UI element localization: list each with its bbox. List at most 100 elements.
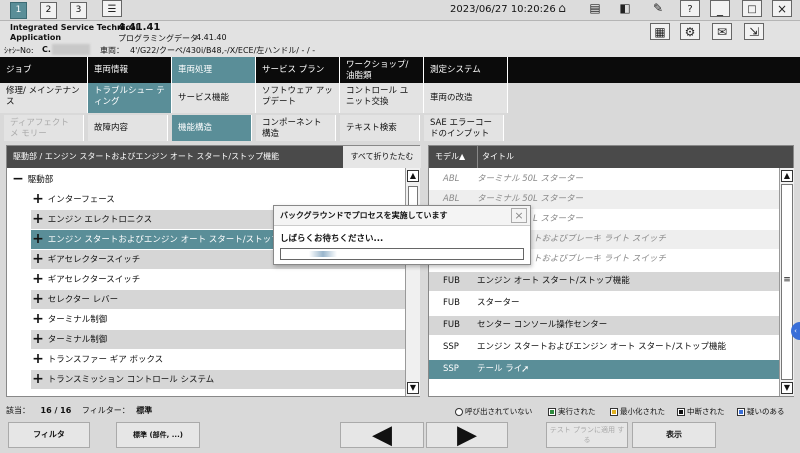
- display-button[interactable]: 表示: [632, 422, 716, 448]
- tree-path: 駆動部 / エンジン スタートおよびエンジン オート スタート/ストップ機能: [13, 152, 280, 161]
- home-icon[interactable]: ⌂: [552, 0, 572, 17]
- menu-service-functions[interactable]: サービス機能: [172, 83, 256, 113]
- menu-troubleshooting[interactable]: トラブルシュー ティング: [88, 83, 172, 113]
- legend-not-called: 呼び出されていない: [455, 406, 532, 417]
- tree-item[interactable]: + トランスファー ギア ボックス: [31, 350, 405, 369]
- tree-item[interactable]: + ターミナル制御: [31, 310, 405, 329]
- function-tree-panel: 駆動部 / エンジン スタートおよびエンジン オート スタート/ストップ機能 す…: [6, 145, 421, 397]
- progress-bar: [280, 248, 524, 260]
- menu-workshop[interactable]: ワークショップ/ 油脂類: [340, 57, 424, 83]
- help-icon[interactable]: ?: [680, 0, 700, 17]
- tab-fault-content[interactable]: 故障内容: [88, 115, 168, 141]
- vin-label: ｼｬｼｰNo:: [4, 46, 34, 55]
- legend-suspected: 疑いのある: [737, 406, 785, 417]
- status-interrupted-icon: [677, 408, 685, 416]
- document-list-panel: モデル▲ タイトル ABL ターミナル 50L スターター ABL ターミナル …: [428, 145, 794, 397]
- scroll-down-icon[interactable]: ▼: [407, 382, 419, 394]
- tab-function-structure[interactable]: 機能構造: [172, 115, 252, 141]
- scroll-thumb[interactable]: ≡: [781, 184, 793, 380]
- dialog-title: バックグラウンドでプロセスを実施しています: [280, 211, 448, 220]
- standard-filter-button[interactable]: 標準 (部件, ...): [116, 422, 200, 448]
- status-executed-icon: [548, 408, 556, 416]
- session-tab-1[interactable]: 1: [10, 2, 27, 19]
- tab-sae-code-input[interactable]: SAE エラーコー ドのインプット: [424, 115, 504, 141]
- plus-icon[interactable]: +: [31, 250, 45, 269]
- legend-minimized: 最小化された: [610, 406, 665, 417]
- list-scrollbar[interactable]: ▲ ≡ ▼: [779, 168, 794, 396]
- plus-icon[interactable]: +: [31, 210, 45, 229]
- vehicle-value: 4'/G22/クーペ/430i/B48,-/X/ECE/左ハンドル/ - / -: [130, 46, 316, 55]
- list-row[interactable]: FUB エンジン オート スタート/ストップ機能: [429, 272, 779, 291]
- plus-icon[interactable]: +: [31, 190, 45, 209]
- vehicle-icon[interactable]: ▤: [585, 0, 605, 17]
- tab-bar: ディアフェクト メ モリー 故障内容 機能構造 コンポーネント 構造 テキスト検…: [0, 113, 800, 141]
- plus-icon[interactable]: +: [31, 230, 45, 249]
- close-icon[interactable]: ×: [772, 0, 792, 17]
- app-version: 4.41.41: [118, 22, 161, 33]
- plus-icon[interactable]: +: [31, 370, 45, 389]
- dialog-close-icon[interactable]: ×: [511, 208, 527, 223]
- list-row[interactable]: FUB スターター: [429, 294, 779, 313]
- prog-data-label: プログラミングデータ: [118, 34, 198, 43]
- list-row[interactable]: ABL ターミナル 50L スターター: [429, 170, 779, 189]
- session-tab-2[interactable]: 2: [40, 2, 57, 19]
- tree-root[interactable]: − 駆動部: [7, 170, 405, 189]
- tab-text-search[interactable]: テキスト検索: [340, 115, 420, 141]
- menu-measurement[interactable]: 測定システム: [424, 57, 508, 83]
- scroll-up-icon[interactable]: ▲: [781, 170, 793, 182]
- filter-button[interactable]: フィルタ: [8, 422, 90, 448]
- sub-menu: 修理/ メインテナンス トラブルシュー ティング サービス機能 ソフトウェア ア…: [0, 83, 800, 113]
- list-row[interactable]: SSP エンジン スタートおよびエンジン オート スタート/ストップ機能: [429, 338, 779, 357]
- menu-repair-maintenance[interactable]: 修理/ メインテナンス: [0, 83, 88, 113]
- wrench-icon[interactable]: ✎: [648, 0, 668, 17]
- vin-redacted: [52, 44, 90, 55]
- export-icon[interactable]: ⇲: [744, 23, 764, 40]
- back-arrow-icon[interactable]: ◀: [340, 422, 424, 448]
- tab-component-structure[interactable]: コンポーネント 構造: [256, 115, 336, 141]
- top-toolbar: 1 2 3 ☰ 2023/06/27 10:20:26 ⌂ ▤ ◧ ✎ ? _ …: [0, 0, 800, 21]
- menu-ecu-replacement[interactable]: コントロール ユ ニット交換: [340, 83, 424, 113]
- collapse-all-button[interactable]: すべて折りたたむ: [343, 146, 421, 168]
- plus-icon[interactable]: +: [31, 330, 45, 349]
- document-icon[interactable]: ▦: [650, 23, 670, 40]
- settings-icon[interactable]: ⚙: [680, 23, 700, 40]
- scroll-up-icon[interactable]: ▲: [407, 170, 419, 182]
- apply-test-plan-button[interactable]: テスト プランに適用 する: [546, 422, 628, 448]
- plus-icon[interactable]: +: [31, 270, 45, 289]
- plus-icon[interactable]: +: [31, 350, 45, 369]
- menu-vehicle-info[interactable]: 車両情報: [88, 57, 172, 83]
- list-row[interactable]: FUB センター コンソール操作センター: [429, 316, 779, 335]
- minimize-icon[interactable]: _: [710, 0, 730, 17]
- forward-arrow-icon[interactable]: ▶: [426, 422, 508, 448]
- progress-dialog: バックグラウンドでプロセスを実施しています × しばらくお待ちください...: [273, 205, 531, 265]
- menu-vehicle-modification[interactable]: 車両の改造: [424, 83, 508, 113]
- tree-item[interactable]: + セレクター レバー: [31, 290, 405, 309]
- legend-executed: 実行された: [548, 406, 596, 417]
- tree-item[interactable]: + トランスミッション コントロール システム: [31, 370, 405, 389]
- menu-service-plan[interactable]: サービス プラン: [256, 57, 340, 83]
- maximize-icon[interactable]: □: [742, 0, 762, 17]
- col-title-header[interactable]: タイトル: [477, 146, 514, 168]
- col-model-header[interactable]: モデル▲: [435, 146, 465, 168]
- main-menu: ジョブ 車両情報 車両処理 サービス プラン ワークショップ/ 油脂類 測定シス…: [0, 57, 800, 83]
- vehicle-info-bar: Integrated Service Technical Application…: [0, 21, 800, 57]
- filter-value: 標準: [136, 406, 153, 415]
- tree-item[interactable]: + ターミナル制御: [31, 330, 405, 349]
- plus-icon[interactable]: +: [31, 310, 45, 329]
- mail-icon[interactable]: ✉: [712, 23, 732, 40]
- tree-item[interactable]: + ギアセレクタースイッチ: [31, 270, 405, 289]
- plus-icon[interactable]: +: [31, 290, 45, 309]
- menu-job[interactable]: ジョブ: [0, 57, 88, 83]
- status-not-called-icon: [455, 408, 463, 416]
- menu-vehicle-processing[interactable]: 車両処理: [172, 57, 256, 83]
- scroll-down-icon[interactable]: ▼: [781, 382, 793, 394]
- tree-scrollbar[interactable]: ▲ ▼: [405, 168, 420, 396]
- minus-icon[interactable]: −: [11, 170, 25, 189]
- prog-data-version: 4.41.40: [196, 33, 227, 42]
- car-icon[interactable]: ◧: [615, 0, 635, 17]
- list-row-selected[interactable]: SSP テール ライ ➚: [429, 360, 779, 379]
- tab-fault-memory[interactable]: ディアフェクト メ モリー: [4, 115, 84, 141]
- session-tab-3[interactable]: 3: [70, 2, 87, 19]
- menu-software-update[interactable]: ソフトウェア アッ プデート: [256, 83, 340, 113]
- list-icon[interactable]: ☰: [102, 0, 122, 17]
